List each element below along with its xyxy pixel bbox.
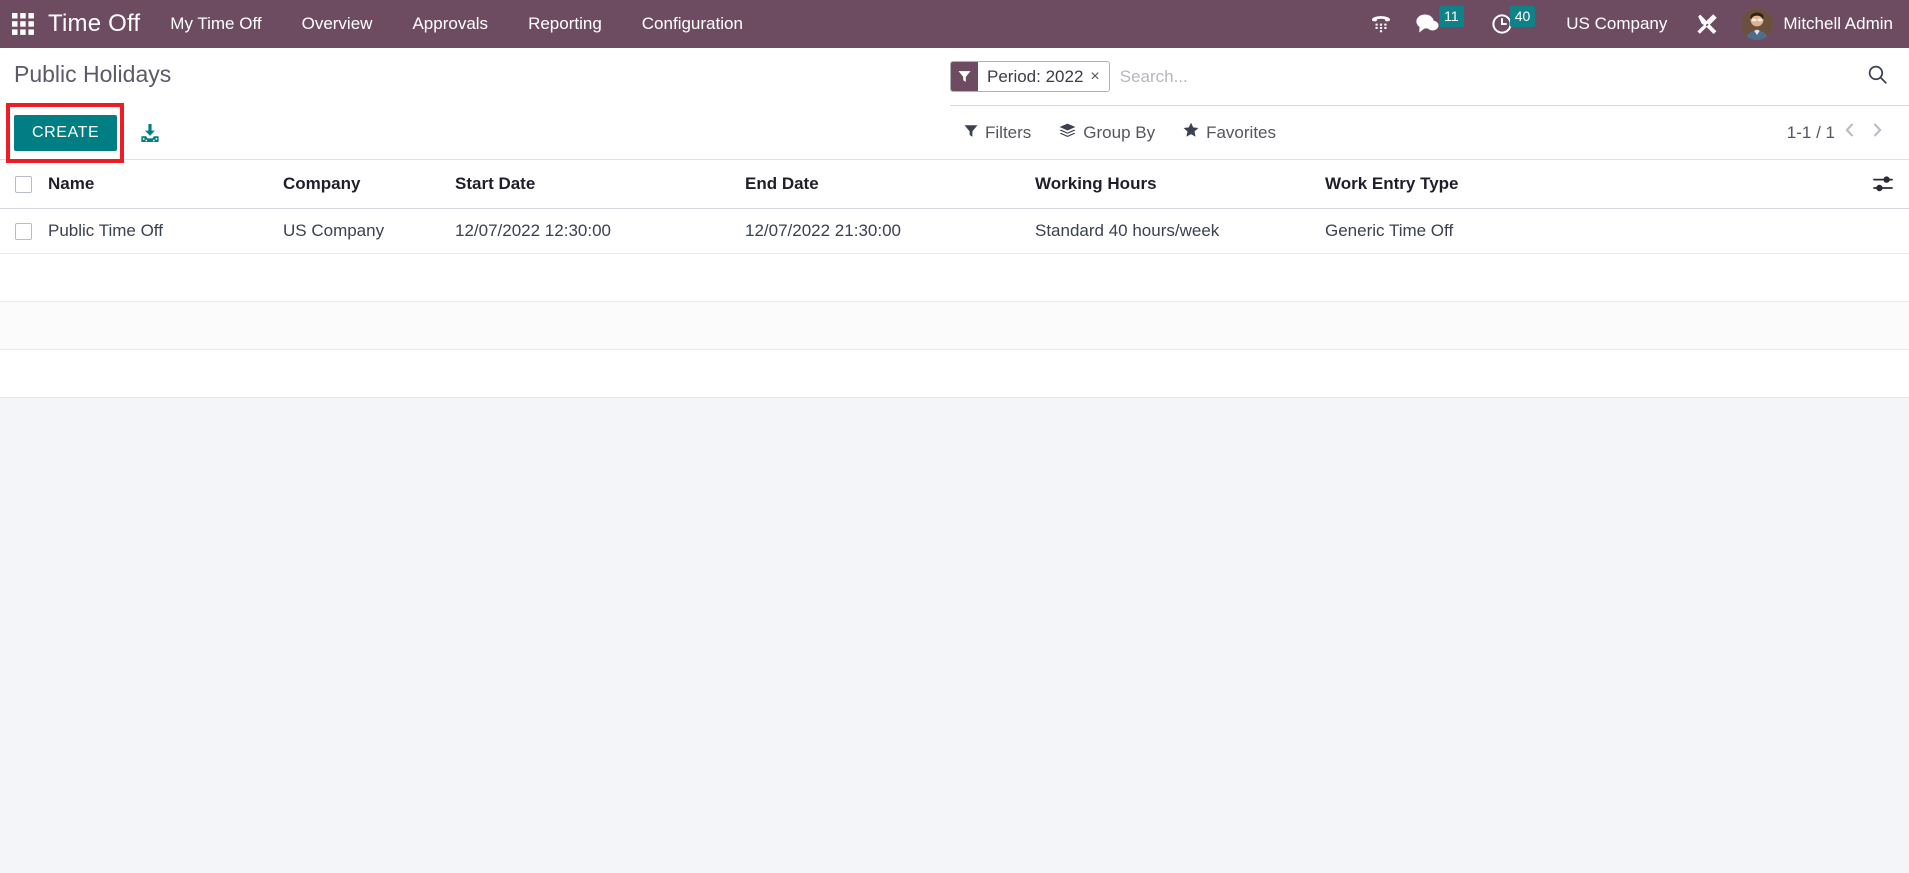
table-body: Public Time Off US Company 12/07/2022 12… [0, 208, 1909, 398]
row-select-cell [0, 208, 48, 254]
systray: 11 40 US Company Mitchell Admin [1358, 0, 1909, 48]
favorites-label: Favorites [1206, 122, 1277, 142]
search-facet-period[interactable]: Period: 2022 × [950, 61, 1110, 92]
search-input[interactable] [1119, 66, 1845, 87]
filter-funnel-icon [951, 62, 978, 91]
company-switcher[interactable]: US Company [1550, 14, 1683, 34]
empty-row [0, 349, 1909, 398]
menu-item-configuration[interactable]: Configuration [622, 0, 763, 48]
username-label: Mitchell Admin [1783, 14, 1893, 33]
filters-label: Filters [985, 122, 1032, 142]
row-checkbox[interactable] [15, 223, 32, 241]
menu-item-my-time-off[interactable]: My Time Off [150, 0, 281, 48]
search-view: Period: 2022 × [950, 48, 1909, 106]
cell-name[interactable]: Public Time Off [48, 208, 283, 254]
control-panel: Public Holidays Period: 2022 × CR [0, 48, 1909, 163]
debug-tools-button[interactable] [1683, 0, 1731, 48]
page-background [0, 398, 1909, 838]
public-holidays-table: Name Company Start Date End Date Working… [0, 160, 1909, 398]
list-view: Name Company Start Date End Date Working… [0, 160, 1909, 398]
app-brand-name[interactable]: Time Off [46, 10, 150, 38]
pager: 1-1 / 1 [1787, 119, 1909, 147]
optional-columns-header [1857, 160, 1909, 209]
empty-cell [0, 253, 1909, 302]
column-header-company[interactable]: Company [283, 160, 455, 209]
column-header-end-date[interactable]: End Date [745, 160, 1035, 209]
cell-working-hours[interactable]: Standard 40 hours/week [1035, 208, 1325, 254]
filters-dropdown[interactable]: Filters [950, 119, 1045, 147]
table-header-row: Name Company Start Date End Date Working… [0, 160, 1909, 209]
table-row[interactable]: Public Time Off US Company 12/07/2022 12… [0, 208, 1909, 254]
control-panel-bottom-row: CREATE Filters Group By Favorites 1-1 / … [0, 102, 1909, 163]
column-header-work-entry-type[interactable]: Work Entry Type [1325, 160, 1857, 209]
column-header-start-date[interactable]: Start Date [455, 160, 745, 209]
menu-item-reporting[interactable]: Reporting [508, 0, 622, 48]
apps-menu-button[interactable] [0, 0, 46, 48]
search-icon [1867, 64, 1888, 90]
messages-button[interactable]: 11 [1404, 0, 1479, 48]
empty-row [0, 301, 1909, 350]
cell-company[interactable]: US Company [283, 208, 455, 254]
group-by-dropdown[interactable]: Group By [1045, 119, 1169, 147]
create-button-group: CREATE [6, 102, 161, 163]
chevron-right-icon [1871, 122, 1884, 143]
chevron-left-icon [1843, 122, 1856, 143]
empty-cell [0, 349, 1909, 398]
group-by-label: Group By [1083, 122, 1156, 142]
favorites-dropdown[interactable]: Favorites [1169, 118, 1290, 147]
search-button[interactable] [1845, 64, 1909, 90]
star-icon [1183, 122, 1199, 143]
breadcrumb[interactable]: Public Holidays [14, 48, 171, 88]
layers-icon [1059, 123, 1076, 143]
table-header: Name Company Start Date End Date Working… [0, 160, 1909, 209]
close-icon[interactable]: × [1090, 62, 1108, 91]
phone-dialpad-icon [1370, 13, 1392, 35]
voip-phone-button[interactable] [1358, 0, 1404, 48]
main-menu: My Time Off Overview Approvals Reporting… [150, 0, 763, 48]
sliders-icon[interactable] [1857, 175, 1909, 193]
column-header-name[interactable]: Name [48, 160, 283, 209]
cell-end-date[interactable]: 12/07/2022 21:30:00 [745, 208, 1035, 254]
search-facet-label: Period: 2022 [987, 66, 1084, 86]
import-icon[interactable] [139, 122, 161, 144]
pager-next-button[interactable] [1863, 119, 1891, 147]
column-header-working-hours[interactable]: Working Hours [1035, 160, 1325, 209]
pager-previous-button[interactable] [1835, 119, 1863, 147]
cell-optional [1857, 208, 1909, 254]
cell-work-entry-type[interactable]: Generic Time Off [1325, 208, 1857, 254]
user-menu[interactable]: Mitchell Admin [1731, 8, 1893, 40]
top-navbar: Time Off My Time Off Overview Approvals … [0, 0, 1909, 48]
wrench-screwdriver-icon [1695, 12, 1719, 36]
cell-start-date[interactable]: 12/07/2022 12:30:00 [455, 208, 745, 254]
menu-item-overview[interactable]: Overview [282, 0, 393, 48]
select-all-header [0, 160, 48, 209]
filter-funnel-icon [964, 123, 978, 143]
activities-count-badge: 40 [1509, 5, 1536, 27]
avatar [1741, 8, 1774, 40]
empty-row [0, 253, 1909, 302]
search-options: Filters Group By Favorites [950, 118, 1290, 147]
empty-cell [0, 301, 1909, 350]
menu-item-approvals[interactable]: Approvals [392, 0, 508, 48]
select-all-checkbox[interactable] [15, 176, 32, 194]
create-button[interactable]: CREATE [14, 114, 118, 151]
messages-count-badge: 11 [1439, 5, 1464, 27]
apps-grid-icon [12, 13, 34, 35]
pager-count[interactable]: 1-1 / 1 [1787, 123, 1835, 143]
activities-button[interactable]: 40 [1479, 0, 1551, 48]
